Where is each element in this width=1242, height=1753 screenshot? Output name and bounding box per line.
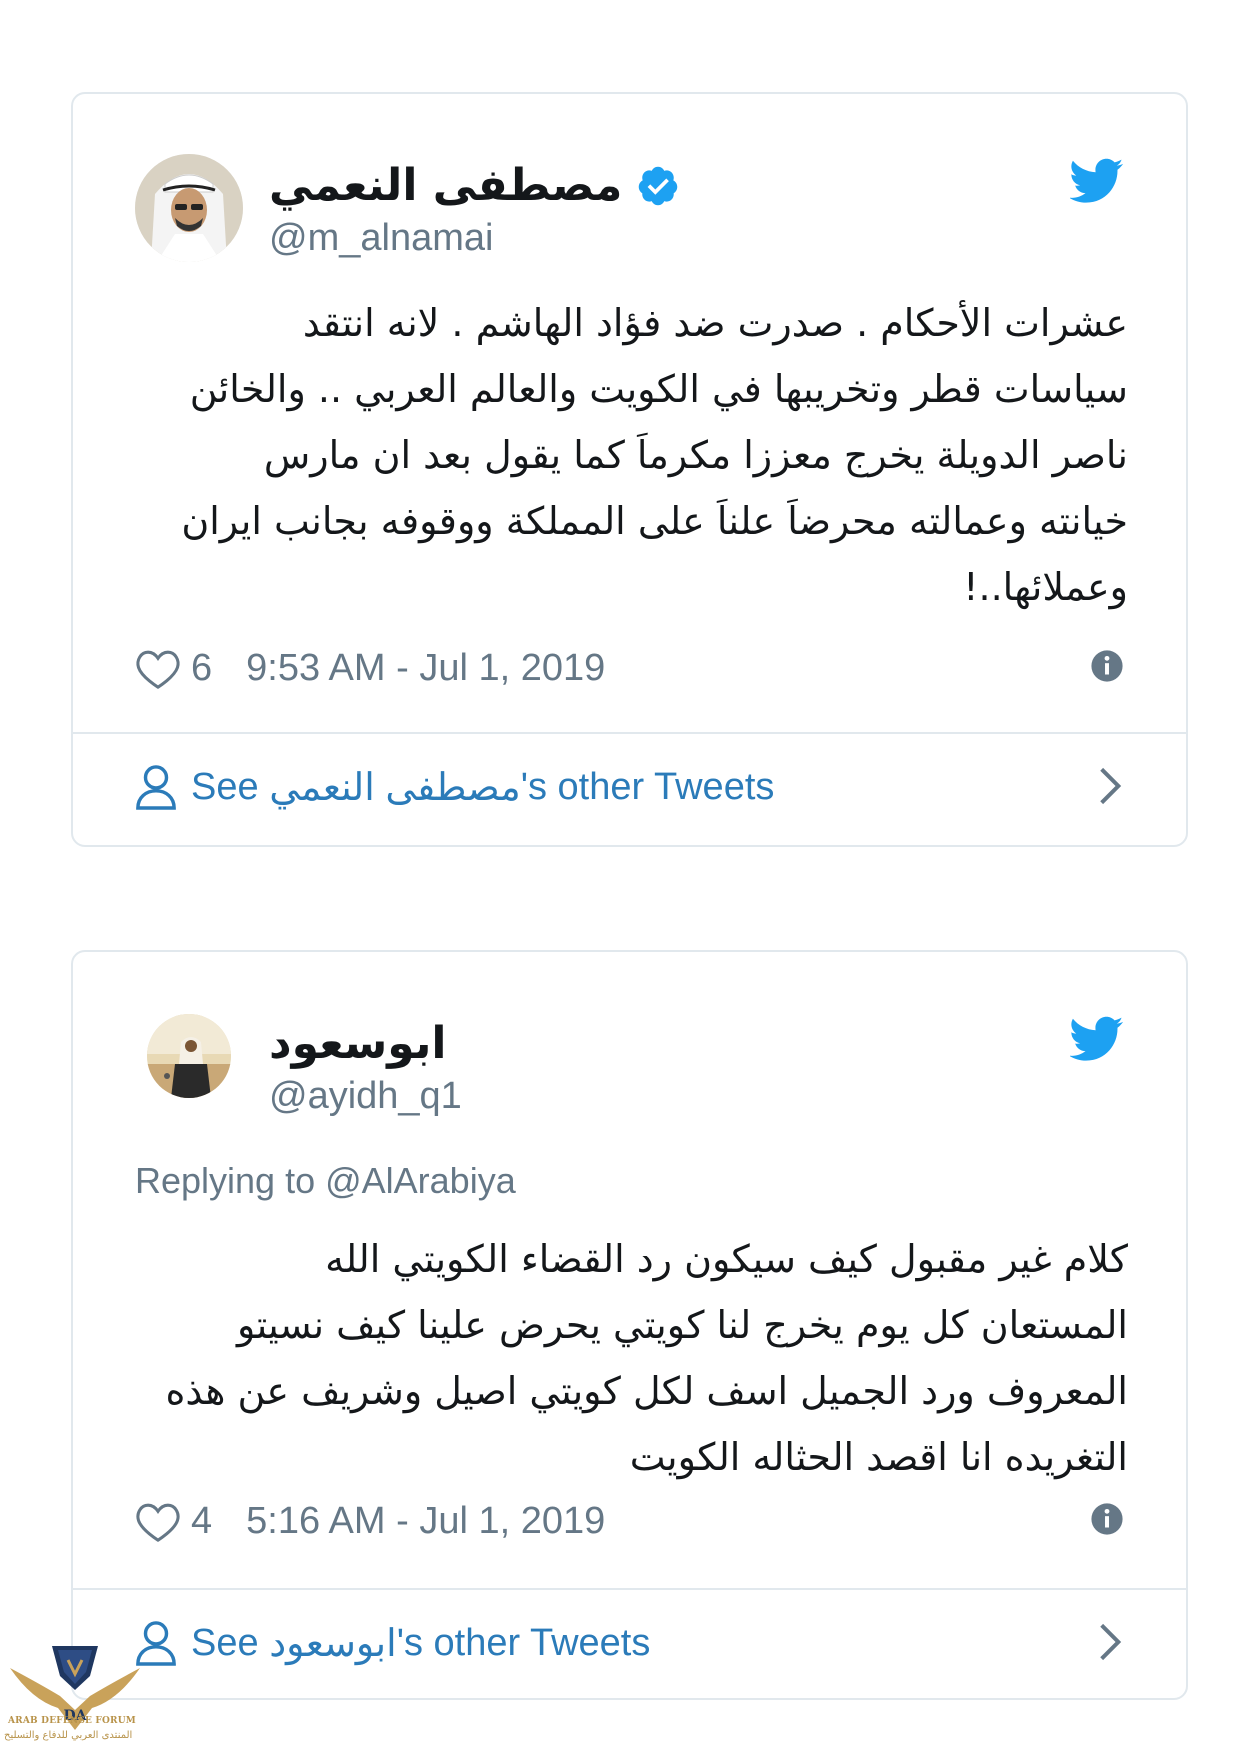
divider	[73, 1588, 1186, 1590]
divider	[73, 732, 1186, 734]
forum-name-ar: المنتدى العربي للدفاع والتسليح	[4, 1730, 133, 1741]
author-block[interactable]: مصطفى النعمي @m_alnamai	[269, 160, 680, 260]
display-name[interactable]: ابوسعود	[269, 1018, 446, 1070]
chevron-right-icon[interactable]	[1096, 1622, 1124, 1662]
see-suffix: 's other Tweets	[520, 765, 775, 808]
tweet-text: عشرات الأحكام . صدرت ضد فؤاد الهاشم . لا…	[181, 301, 1128, 609]
verified-badge-icon	[636, 164, 680, 208]
chevron-right-icon[interactable]	[1096, 766, 1124, 806]
avatar[interactable]	[135, 154, 243, 262]
tweet-card-2[interactable]: ابوسعود @ayidh_q1 Replying to @AlArabiya…	[71, 950, 1188, 1700]
handle[interactable]: @m_alnamai	[269, 216, 680, 260]
forum-name-en: ARAB DEFENSE FORUM	[8, 1716, 136, 1726]
info-icon[interactable]	[1090, 649, 1124, 683]
see-name: ابوسعود	[269, 1622, 397, 1665]
page: مصطفى النعمي @m_alnamai عشرات الأحكام . …	[0, 0, 1242, 1753]
see-prefix: See	[191, 1621, 259, 1664]
see-suffix: 's other Tweets	[396, 1621, 651, 1664]
see-other-tweets-link[interactable]: See مصطفى النعمي's other Tweets	[135, 764, 1124, 810]
tweet-meta: 6 9:53 AM - Jul 1, 2019	[135, 647, 1124, 690]
see-prefix: See	[191, 765, 259, 808]
twitter-bird-icon[interactable]	[1070, 1016, 1124, 1062]
replying-to[interactable]: Replying to @AlArabiya	[135, 1160, 516, 1202]
timestamp[interactable]: 9:53 AM - Jul 1, 2019	[246, 647, 605, 690]
info-icon[interactable]	[1090, 1502, 1124, 1536]
see-other-tweets-link[interactable]: See ابوسعود's other Tweets	[135, 1620, 1124, 1666]
display-name[interactable]: مصطفى النعمي	[269, 160, 622, 212]
heart-icon[interactable]	[135, 1501, 181, 1543]
see-name: مصطفى النعمي	[269, 766, 521, 809]
twitter-bird-icon[interactable]	[1070, 158, 1124, 204]
like-count: 6	[191, 647, 213, 689]
like-count: 4	[191, 1500, 213, 1542]
tweet-card-1[interactable]: مصطفى النعمي @m_alnamai عشرات الأحكام . …	[71, 92, 1188, 847]
tweet-meta: 4 5:16 AM - Jul 1, 2019	[135, 1500, 1124, 1543]
avatar[interactable]	[147, 1014, 231, 1098]
person-icon	[136, 765, 176, 810]
heart-icon[interactable]	[135, 648, 181, 690]
tweet-text: كلام غير مقبول كيف سيكون رد القضاء الكوي…	[165, 1237, 1128, 1479]
timestamp[interactable]: 5:16 AM - Jul 1, 2019	[246, 1500, 605, 1543]
author-block[interactable]: ابوسعود @ayidh_q1	[269, 1018, 462, 1118]
handle[interactable]: @ayidh_q1	[269, 1074, 462, 1118]
